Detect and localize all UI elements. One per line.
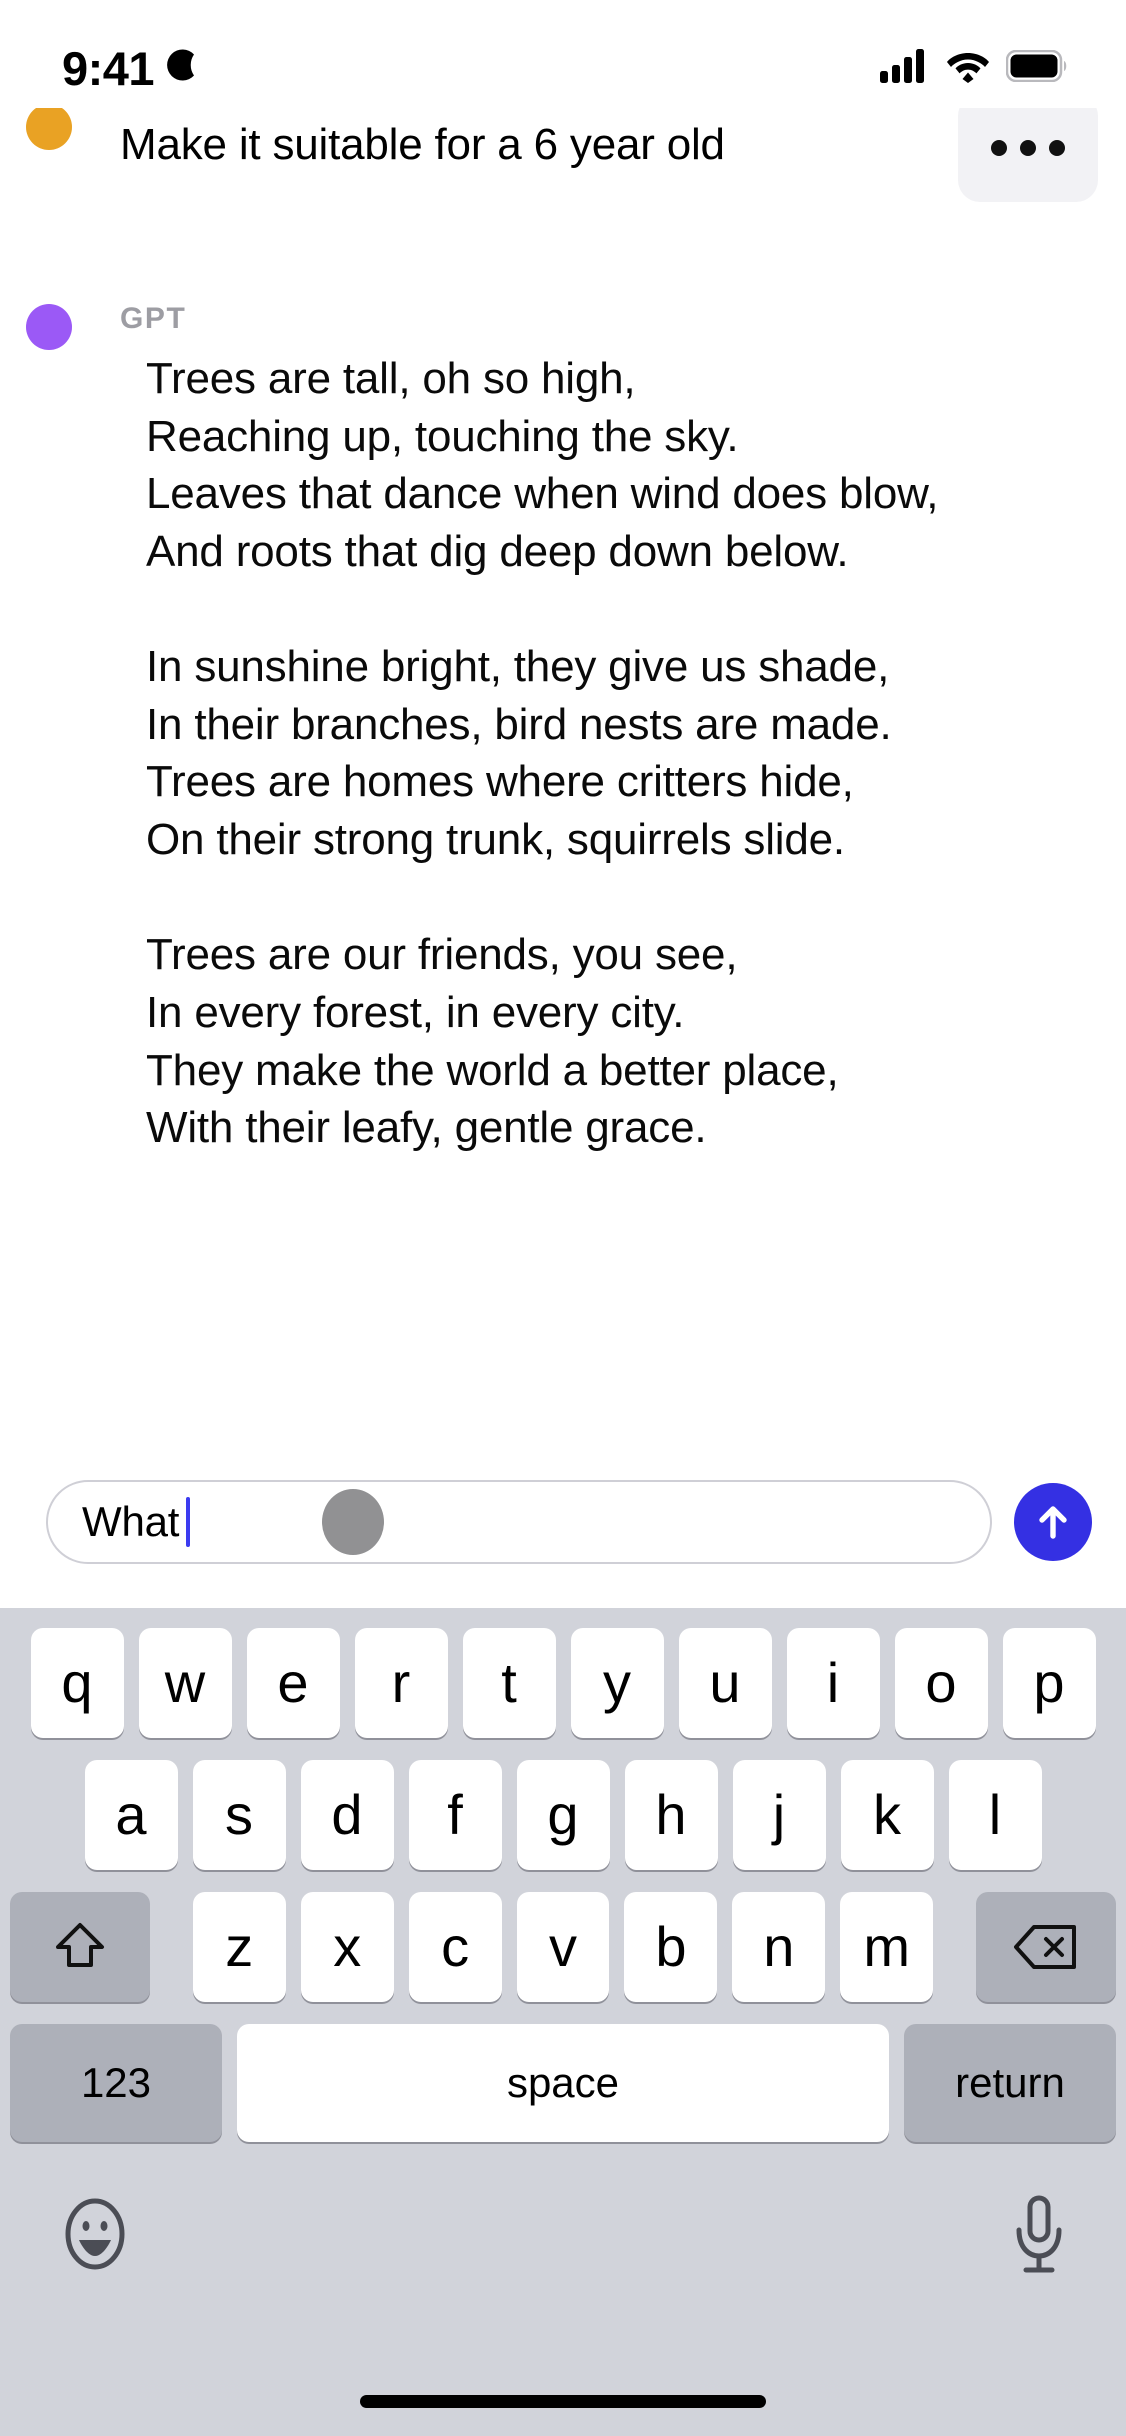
more-dot — [991, 140, 1007, 156]
key-i[interactable]: i — [786, 1628, 880, 1738]
message-options-button[interactable] — [958, 108, 1098, 202]
key-v[interactable]: v — [516, 1892, 610, 2002]
key-g[interactable]: g — [516, 1760, 610, 1870]
chat-scroll-area[interactable]: Make it suitable for a 6 year old GPT Tr… — [0, 108, 1126, 1456]
numbers-key[interactable]: 123 — [10, 2024, 222, 2142]
message-assistant: GPT Trees are tall, oh so high, Reaching… — [0, 288, 1126, 1157]
key-a[interactable]: a — [84, 1760, 178, 1870]
shift-key[interactable] — [9, 1892, 150, 2002]
keyboard-row-2: a s d f g h j k l — [0, 1760, 1126, 1870]
onscreen-keyboard: q w e r t y u i o p a s d f g h j k l z … — [0, 1608, 1126, 2436]
gpt-avatar — [26, 304, 72, 350]
key-r[interactable]: r — [354, 1628, 448, 1738]
key-e[interactable]: e — [246, 1628, 340, 1738]
backspace-delete-icon — [1014, 1925, 1077, 1969]
key-w[interactable]: w — [138, 1628, 232, 1738]
key-z[interactable]: z — [192, 1892, 286, 2002]
home-indicator[interactable] — [360, 2395, 766, 2408]
more-dot — [1020, 140, 1036, 156]
phone-screen: 9:41 Make it suitable for a 6 year old G… — [0, 0, 1126, 2436]
message-input-value: What — [82, 1498, 180, 1545]
status-bar-right — [880, 48, 1068, 88]
message-author-label: GPT — [120, 302, 187, 335]
message-user-text: Make it suitable for a 6 year old — [120, 120, 725, 169]
key-o[interactable]: o — [894, 1628, 988, 1738]
touch-indicator — [322, 1489, 384, 1555]
dictation-key[interactable] — [1010, 2194, 1068, 2281]
key-p[interactable]: p — [1002, 1628, 1096, 1738]
message-input[interactable]: What — [46, 1480, 992, 1564]
key-f[interactable]: f — [408, 1760, 502, 1870]
key-k[interactable]: k — [840, 1760, 934, 1870]
battery-full-icon — [1005, 49, 1068, 87]
space-key[interactable]: space — [237, 2024, 889, 2142]
message-assistant-text: Trees are tall, oh so high, Reaching up,… — [146, 354, 939, 1153]
key-y[interactable]: y — [570, 1628, 664, 1738]
signal-bars-icon — [880, 48, 930, 88]
wifi-icon — [946, 49, 990, 88]
arrow-up-icon — [1039, 1506, 1067, 1539]
shift-up-arrow-icon — [55, 1923, 104, 1967]
key-u[interactable]: u — [678, 1628, 772, 1738]
key-q[interactable]: q — [30, 1628, 124, 1738]
key-m[interactable]: m — [840, 1892, 934, 2002]
key-h[interactable]: h — [624, 1760, 718, 1870]
keyboard-bottom-bar — [0, 2142, 1126, 2436]
status-bar: 9:41 — [0, 0, 1126, 108]
send-button[interactable] — [1014, 1483, 1092, 1561]
crescent-moon-icon — [164, 45, 204, 92]
key-t[interactable]: t — [462, 1628, 556, 1738]
key-c[interactable]: c — [408, 1892, 502, 2002]
key-l[interactable]: l — [948, 1760, 1042, 1870]
key-b[interactable]: b — [624, 1892, 718, 2002]
keyboard-row-4: 123 space return — [0, 2024, 1126, 2142]
key-x[interactable]: x — [300, 1892, 394, 2002]
return-key[interactable]: return — [904, 2024, 1116, 2142]
emoji-key[interactable] — [58, 2194, 132, 2279]
microphone-icon — [1016, 2195, 1062, 2273]
keyboard-row-3: z x c v b n m — [0, 1892, 1126, 2002]
key-s[interactable]: s — [192, 1760, 286, 1870]
keyboard-row-1: q w e r t y u i o p — [0, 1628, 1126, 1738]
backspace-key[interactable] — [976, 1892, 1117, 2002]
composer-bar: What — [0, 1456, 1126, 1608]
message-user: Make it suitable for a 6 year old — [0, 108, 1126, 238]
more-dot — [1049, 140, 1065, 156]
status-bar-left: 9:41 — [62, 45, 204, 92]
key-d[interactable]: d — [300, 1760, 394, 1870]
emoji-smiley-icon — [65, 2198, 125, 2270]
text-caret — [186, 1497, 191, 1547]
status-time: 9:41 — [62, 41, 155, 95]
user-avatar — [26, 108, 72, 150]
key-j[interactable]: j — [732, 1760, 826, 1870]
key-n[interactable]: n — [732, 1892, 826, 2002]
